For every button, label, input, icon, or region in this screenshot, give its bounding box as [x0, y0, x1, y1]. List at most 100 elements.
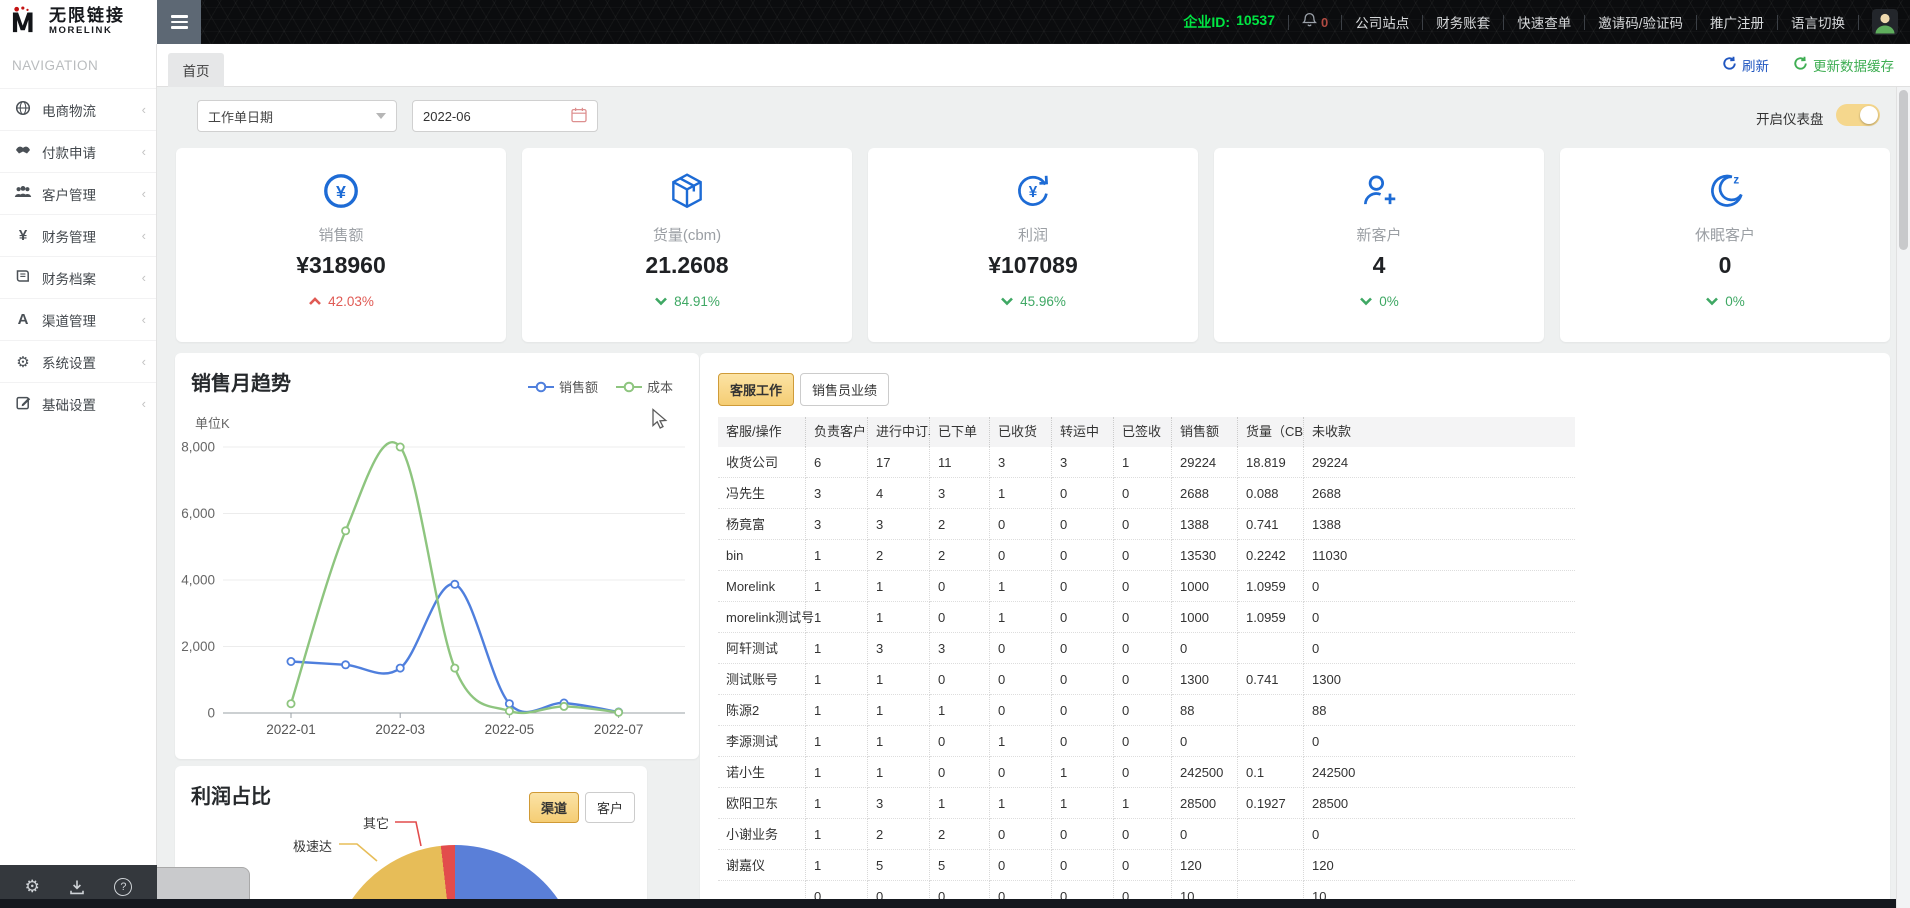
column-header[interactable]: 货量（CBM） — [1238, 417, 1304, 447]
table-cell: 1000 — [1172, 602, 1238, 633]
column-header[interactable]: 已下单 — [930, 417, 990, 447]
column-header[interactable]: 销售额 — [1172, 417, 1238, 447]
kpi-value: 21.2608 — [645, 252, 728, 279]
table-cell: 0 — [930, 602, 990, 633]
table-row[interactable]: 收货公司617113312922418.81929224 — [718, 447, 1575, 478]
kpi-value: ¥107089 — [988, 252, 1078, 279]
gear-icon[interactable]: ⚙ — [25, 877, 40, 897]
column-header[interactable]: 已签收 — [1114, 417, 1172, 447]
legend-item-0[interactable]: 销售额 — [528, 377, 598, 396]
kpi-label: 销售额 — [318, 224, 363, 245]
table-row[interactable]: 小谢业务12200000 — [718, 819, 1575, 850]
sidebar-item-7[interactable]: 基础设置 ‹ — [0, 382, 156, 424]
table-cell: 4 — [868, 478, 930, 509]
kpi-value: 4 — [1373, 252, 1386, 279]
table-cell: 1 — [990, 571, 1052, 602]
kpi-value: ¥318960 — [296, 252, 386, 279]
notifications-button[interactable]: 0 — [1302, 11, 1328, 33]
table-cell: 1 — [990, 478, 1052, 509]
chevron-left-icon: ‹ — [142, 312, 146, 327]
pie-filter-button-1[interactable]: 客户 — [585, 792, 635, 823]
sidebar-item-6[interactable]: ⚙ 系统设置 ‹ — [0, 340, 156, 382]
table-row[interactable]: Morelink11010010001.09590 — [718, 571, 1575, 602]
sidebar-item-0[interactable]: 电商物流 ‹ — [0, 88, 156, 130]
table-row[interactable]: 欧阳卫东131111285000.192728500 — [718, 788, 1575, 819]
topbar-menu-item[interactable]: 财务账套 — [1436, 12, 1490, 32]
refresh-button[interactable]: 刷新 — [1722, 55, 1769, 75]
column-header[interactable]: 未收款 — [1304, 417, 1575, 447]
column-header[interactable]: 进行中订单 — [868, 417, 930, 447]
table-cell: 2688 — [1172, 478, 1238, 509]
sidebar-item-1[interactable]: 付款申请 ‹ — [0, 130, 156, 172]
topbar-menu-item[interactable]: 快速查单 — [1517, 12, 1571, 32]
table-row[interactable]: 阿轩测试13300000 — [718, 633, 1575, 664]
topbar-menu-item[interactable]: 公司站点 — [1355, 12, 1409, 32]
sidebar-item-label: 渠道管理 — [42, 310, 96, 330]
table-row[interactable]: 谢嘉仪155000120120 — [718, 850, 1575, 881]
legend-item-1[interactable]: 成本 — [616, 377, 673, 396]
help-icon[interactable]: ? — [114, 878, 132, 896]
table-row[interactable]: 李源测试11010000 — [718, 726, 1575, 757]
sales-trend-chart[interactable]: 02,0004,0006,0008,0002022-012022-032022-… — [179, 409, 695, 749]
topbar-menu-item[interactable]: 推广注册 — [1710, 12, 1764, 32]
sidebar-item-3[interactable]: ¥ 财务管理 ‹ — [0, 214, 156, 256]
kpi-label: 新客户 — [1356, 224, 1401, 245]
yen-cycle-icon: ¥ — [1012, 170, 1054, 212]
table-cell — [1238, 633, 1304, 664]
table-cell: 0 — [1052, 664, 1114, 695]
sidebar-toggle-button[interactable] — [157, 0, 201, 44]
chevron-left-icon: ‹ — [142, 102, 146, 117]
table-row[interactable]: 陈源21110008888 — [718, 695, 1575, 726]
date-type-select[interactable]: 工作单日期 — [197, 100, 397, 132]
table-cell: 0 — [1304, 633, 1575, 664]
column-header[interactable]: 转运中 — [1052, 417, 1114, 447]
page-scrollbar[interactable] — [1896, 87, 1910, 908]
date-input[interactable]: 2022-06 — [412, 100, 598, 132]
table-tab-1[interactable]: 销售员业绩 — [800, 373, 889, 406]
tab-home[interactable]: 首页 — [168, 53, 224, 87]
table-cell: 陈源2 — [718, 695, 806, 726]
column-header[interactable]: 负责客户 — [806, 417, 868, 447]
topbar-menu-item[interactable]: 邀请码/验证码 — [1598, 12, 1683, 32]
pie-filter-button-0[interactable]: 渠道 — [529, 792, 579, 823]
column-header[interactable]: 已收货 — [990, 417, 1052, 447]
table-row[interactable]: bin122000135300.224211030 — [718, 540, 1575, 571]
table-tab-0[interactable]: 客服工作 — [718, 373, 794, 406]
topbar-menu-item[interactable]: 语言切换 — [1791, 12, 1845, 32]
user-avatar-icon[interactable] — [1872, 9, 1898, 35]
dashboard-toggle[interactable] — [1836, 104, 1880, 126]
table-row[interactable]: 杨竟富33200013880.7411388 — [718, 509, 1575, 540]
scrollbar-thumb[interactable] — [1899, 90, 1908, 250]
sidebar-item-2[interactable]: 客户管理 ‹ — [0, 172, 156, 214]
menu-separator — [1422, 15, 1423, 30]
table-row[interactable]: 冯先生34310026880.0882688 — [718, 478, 1575, 509]
staff-table-card: 客服工作销售员业绩 客服/操作负责客户进行中订单已下单已收货转运中已签收销售额货… — [700, 353, 1890, 908]
table-cell: 0 — [1052, 540, 1114, 571]
package-icon — [666, 170, 708, 212]
morelink-logo-icon — [10, 6, 42, 39]
table-cell: 0 — [1304, 726, 1575, 757]
sidebar-item-5[interactable]: A 渠道管理 ‹ — [0, 298, 156, 340]
chevron-left-icon: ‹ — [142, 186, 146, 201]
table-cell: 120 — [1172, 850, 1238, 881]
table-cell: 0 — [1304, 602, 1575, 633]
kpi-card-2: ¥ 利润 ¥107089 45.96% — [868, 148, 1198, 342]
table-cell: 1388 — [1304, 509, 1575, 540]
column-header[interactable]: 客服/操作 — [718, 417, 806, 447]
logo[interactable]: 无限链接 MORELINK — [0, 0, 157, 44]
table-cell: 1 — [806, 757, 868, 788]
update-cache-button[interactable]: 更新数据缓存 — [1793, 55, 1894, 75]
chevron-left-icon: ‹ — [142, 354, 146, 369]
table-cell: bin — [718, 540, 806, 571]
chevron-left-icon: ‹ — [142, 396, 146, 411]
table-row[interactable]: morelink测试号11010010001.09590 — [718, 602, 1575, 633]
table-row[interactable]: 诺小生1100102425000.1242500 — [718, 757, 1575, 788]
sidebar-item-4[interactable]: 财务档案 ‹ — [0, 256, 156, 298]
table-cell: 1 — [868, 602, 930, 633]
arrow-up-icon — [308, 294, 322, 309]
table-row[interactable]: 测试账号11000013000.7411300 — [718, 664, 1575, 695]
sidebar-item-label: 财务档案 — [42, 268, 96, 288]
table-cell: 0 — [1114, 478, 1172, 509]
table-cell: 1 — [1114, 447, 1172, 478]
download-icon[interactable] — [69, 879, 85, 895]
